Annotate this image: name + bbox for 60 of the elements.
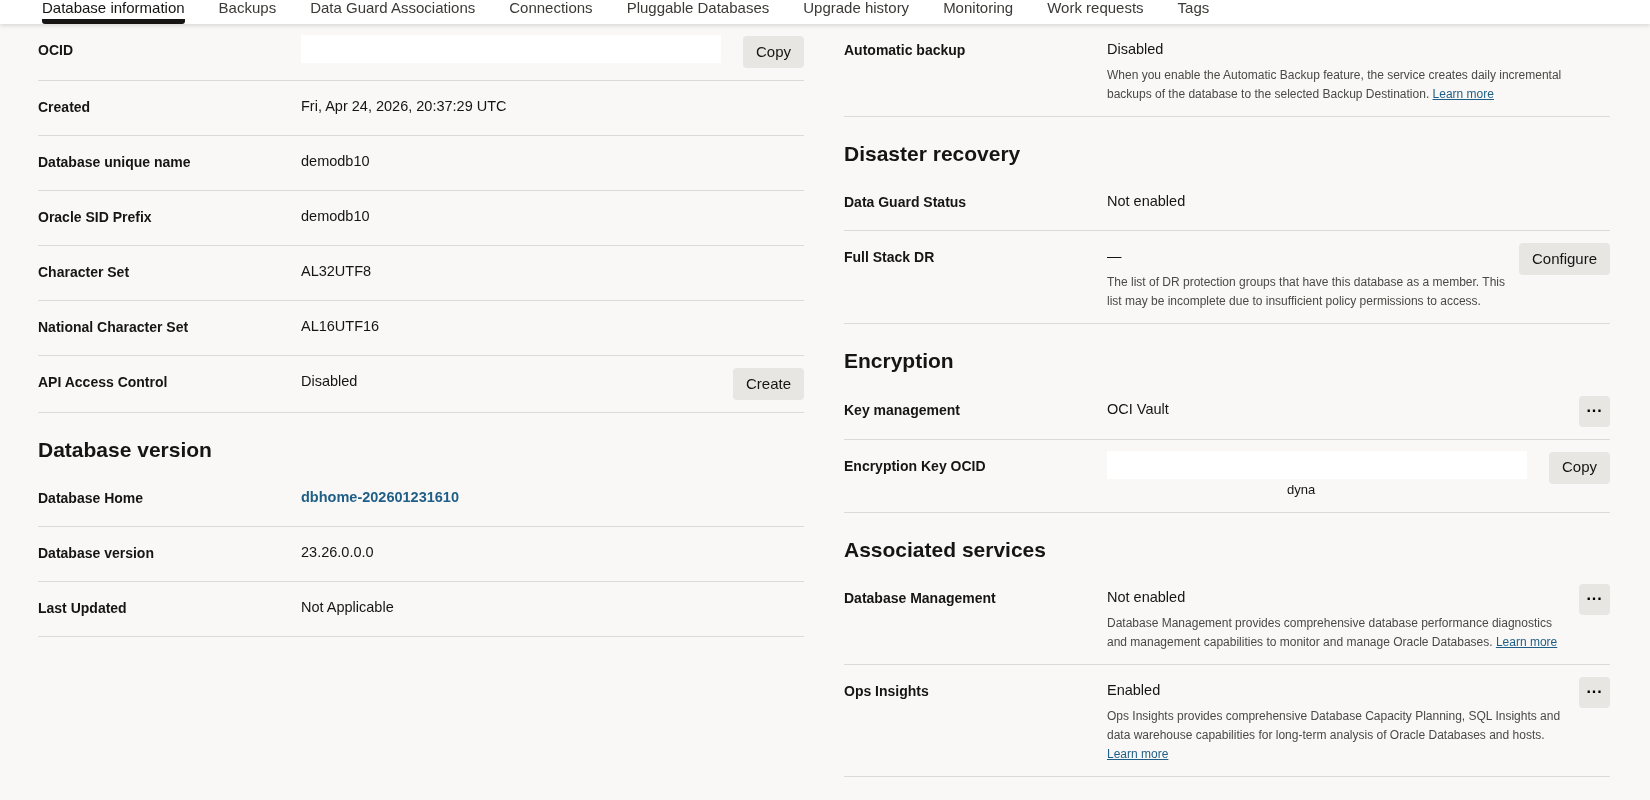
field-label: Last Updated (38, 599, 128, 619)
description-text: Ops Insights provides comprehensive Database Capacity Planning, SQL Insights and data warehouse capabilities for long-term analysis of Oracle Databases and hosts. Learn more (1107, 707, 1562, 764)
learn-more-link[interactable]: Learn more (1432, 86, 1494, 101)
field-value: AL16UTF16 (301, 317, 381, 336)
field-label: Character Set (38, 263, 131, 282)
field-label: Oracle SID Prefix (38, 208, 153, 227)
tab[interactable]: Upgrade history (803, 0, 910, 24)
action-button[interactable]: Configure (1518, 243, 1610, 276)
tab[interactable]: Monitoring (943, 0, 1014, 24)
section-heading: Encryption (844, 348, 955, 375)
tab[interactable]: Work requests (1047, 0, 1144, 24)
field-label: Database version (38, 544, 155, 564)
field-value: Disabled (301, 372, 359, 391)
more-actions-button[interactable]: ··· (1579, 583, 1610, 615)
field-value: 23.26.0.0.0 (301, 543, 375, 563)
field-value: Disabled (1107, 40, 1165, 59)
field-label: Automatic backup (844, 41, 967, 60)
field-value: OCI Vault (1107, 399, 1170, 419)
action-button[interactable]: Copy (742, 36, 804, 68)
field-label: Created (38, 98, 92, 117)
database-home-link[interactable]: dbhome-202601231610 (301, 489, 459, 506)
tab[interactable]: Tags (1177, 0, 1210, 24)
field-value: Enabled (1107, 680, 1162, 700)
value-fragment: dyna (1287, 481, 1316, 497)
action-button[interactable]: Copy (1548, 451, 1610, 484)
field-label: Database Home (38, 489, 145, 509)
learn-more-link[interactable]: Learn more (1495, 634, 1558, 649)
field-label: API Access Control (38, 373, 169, 392)
field-value: demodb10 (301, 207, 371, 226)
tab[interactable]: Backups (218, 0, 277, 24)
tab[interactable]: Data Guard Associations (310, 0, 476, 24)
field-label: Full Stack DR (844, 248, 936, 268)
field-value: Fri, Apr 24, 2026, 20:37:29 UTC (301, 97, 508, 116)
field-label: OCID (38, 41, 74, 60)
action-button[interactable]: Create (732, 368, 804, 400)
field-value: AL32UTF8 (301, 262, 373, 281)
more-actions-button[interactable]: ··· (1579, 676, 1610, 708)
field-label: Database Management (844, 588, 997, 608)
section-heading: Database version (38, 437, 213, 463)
description-text: The list of DR protection groups that have this database as a member. This list may be incomplete due to insufficient policy permissions to access. (1107, 274, 1506, 311)
tab[interactable]: Database information (42, 0, 185, 24)
field-label: Database unique name (38, 153, 192, 172)
more-actions-button[interactable]: ··· (1579, 395, 1610, 427)
description-text: Database Management provides comprehensive database performance diagnostics and management capabilities to monitor and manage Oracle Databases. Learn more (1107, 614, 1559, 651)
field-value: Not enabled (1107, 192, 1187, 212)
tab[interactable]: Connections (509, 0, 593, 24)
tab[interactable]: Pluggable Databases (626, 0, 770, 24)
field-label: Encryption Key OCID (844, 456, 987, 476)
field-value: — (1107, 247, 1123, 267)
section-heading: Associated services (844, 536, 1047, 563)
learn-more-link[interactable]: Learn more (1107, 747, 1169, 762)
field-value: Not Applicable (301, 598, 395, 618)
section-heading: Disaster recovery (844, 141, 1022, 168)
description-text: When you enable the Automatic Backup feature, the service creates daily incremental backups of the database to the selected Backup Destination. Learn more (1107, 66, 1563, 103)
field-value: Not enabled (1107, 587, 1187, 607)
field-label: National Character Set (38, 318, 190, 337)
field-label: Key management (844, 400, 961, 420)
field-value: demodb10 (301, 152, 371, 171)
field-label: Data Guard Status (844, 193, 968, 213)
field-label: Ops Insights (844, 681, 930, 701)
